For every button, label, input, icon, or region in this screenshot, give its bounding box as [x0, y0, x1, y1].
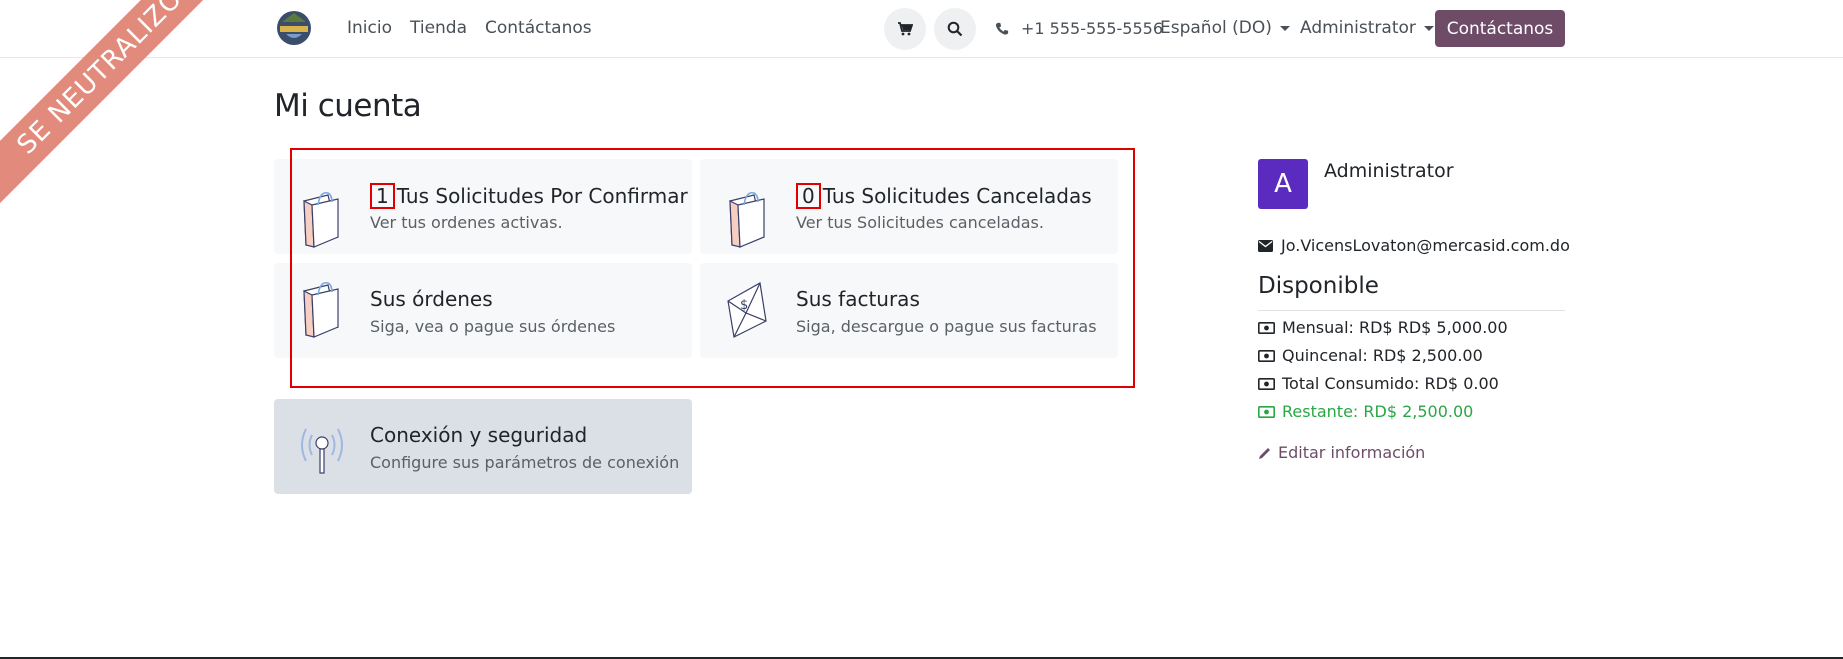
money-icon — [1258, 321, 1275, 334]
card-title: Sus órdenes — [370, 287, 493, 311]
card-title: 1 Tus Solicitudes Por Confirmar — [370, 183, 688, 209]
card-subtitle: Ver tus Solicitudes canceladas. — [796, 213, 1044, 232]
balance-remaining-text: Restante: RD$ 2,500.00 — [1282, 402, 1474, 421]
profile-email: Jo.VicensLovaton@mercasid.com.do — [1258, 236, 1570, 255]
money-icon — [1258, 405, 1275, 418]
card-title: Sus facturas — [796, 287, 920, 311]
balance-monthly-text: Mensual: RD$ RD$ 5,000.00 — [1282, 318, 1508, 337]
nav-inicio[interactable]: Inicio — [347, 18, 392, 38]
edit-info-text: Editar información — [1278, 443, 1426, 462]
chevron-down-icon — [1279, 25, 1290, 31]
available-title: Disponible — [1258, 273, 1379, 299]
search-button[interactable] — [934, 8, 976, 50]
card-connection-security[interactable]: Conexión y seguridad Configure sus parám… — [274, 399, 692, 494]
language-label: Español (DO) — [1160, 18, 1272, 38]
pending-count: 1 — [370, 183, 395, 209]
envelope-icon — [1258, 239, 1273, 252]
card-title: Conexión y seguridad — [370, 423, 588, 447]
phone-link[interactable]: +1 555-555-5556 — [995, 19, 1163, 38]
card-orders[interactable]: Sus órdenes Siga, vea o pague sus órdene… — [274, 263, 692, 358]
card-pending-requests[interactable]: 1 Tus Solicitudes Por Confirmar Ver tus o… — [274, 159, 692, 254]
edit-info-link[interactable]: Editar información — [1258, 443, 1425, 462]
card-cancelled-requests[interactable]: 0 Tus Solicitudes Canceladas Ver tus Soli… — [700, 159, 1118, 254]
shopping-bag-icon — [724, 187, 768, 248]
user-menu-label: Administrator — [1300, 18, 1416, 38]
balance-biweekly: Quincenal: RD$ 2,500.00 — [1258, 346, 1483, 365]
pencil-icon — [1259, 447, 1270, 459]
search-icon — [947, 21, 963, 37]
card-subtitle: Ver tus ordenes activas. — [370, 213, 563, 232]
profile-name: Administrator — [1324, 160, 1454, 182]
cancelled-title: Tus Solicitudes Canceladas — [822, 184, 1092, 208]
cart-button[interactable] — [884, 8, 926, 50]
email-text: Jo.VicensLovaton@mercasid.com.do — [1281, 236, 1570, 255]
card-subtitle: Siga, vea o pague sus órdenes — [370, 317, 616, 336]
svg-text:$: $ — [740, 298, 748, 313]
card-subtitle: Siga, descargue o pague sus facturas — [796, 317, 1097, 336]
contact-button[interactable]: Contáctanos — [1435, 10, 1565, 47]
avatar: A — [1258, 159, 1308, 209]
nav-contactanos[interactable]: Contáctanos — [485, 18, 592, 38]
top-navbar: Inicio Tienda Contáctanos +1 555-555-555… — [0, 0, 1843, 58]
money-icon — [1258, 349, 1275, 362]
nav-tienda[interactable]: Tienda — [410, 18, 467, 38]
phone-icon — [995, 22, 1009, 35]
cart-icon — [898, 22, 913, 36]
balance-consumed: Total Consumido: RD$ 0.00 — [1258, 374, 1499, 393]
shopping-bag-icon — [298, 277, 342, 338]
user-dropdown[interactable]: Administrator — [1300, 18, 1434, 38]
antenna-icon — [298, 419, 343, 479]
money-icon — [1258, 377, 1275, 390]
card-title: 0 Tus Solicitudes Canceladas — [796, 183, 1092, 209]
company-logo[interactable] — [274, 8, 314, 48]
balance-monthly: Mensual: RD$ RD$ 5,000.00 — [1258, 318, 1508, 337]
main-nav: Inicio Tienda Contáctanos — [347, 18, 592, 38]
divider — [1258, 310, 1565, 311]
page-title: Mi cuenta — [274, 88, 422, 124]
shopping-bag-icon — [298, 187, 342, 248]
phone-number: +1 555-555-5556 — [1021, 19, 1164, 38]
pending-title: Tus Solicitudes Por Confirmar — [396, 184, 688, 208]
balance-remaining: Restante: RD$ 2,500.00 — [1258, 402, 1473, 421]
balance-consumed-text: Total Consumido: RD$ 0.00 — [1282, 374, 1499, 393]
cancelled-count: 0 — [796, 183, 821, 209]
chevron-down-icon — [1423, 25, 1434, 31]
card-subtitle: Configure sus parámetros de conexión — [370, 453, 680, 472]
balance-biweekly-text: Quincenal: RD$ 2,500.00 — [1282, 346, 1483, 365]
card-invoices[interactable]: $ Sus facturas Siga, descargue o pague s… — [700, 263, 1118, 358]
language-dropdown[interactable]: Español (DO) — [1160, 18, 1290, 38]
invoice-envelope-icon: $ — [724, 277, 768, 338]
